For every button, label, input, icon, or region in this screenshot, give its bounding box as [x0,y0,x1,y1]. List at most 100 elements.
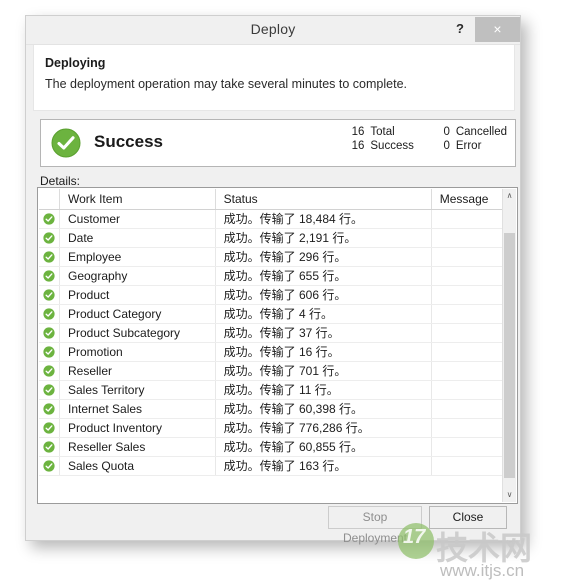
cell-status: 成功。传输了 60,855 行。 [215,437,432,457]
cell-message [431,456,504,476]
success-check-icon [39,437,60,457]
cell-message [431,342,504,362]
cell-status: 成功。传输了 163 行。 [215,456,432,476]
success-check-icon [39,228,60,248]
window-close-button[interactable]: × [475,17,520,42]
counter-error-label: Error [455,140,482,152]
details-grid-viewport: Work Item Status Message Customer 成功。传输了 … [39,189,504,502]
success-check-icon [39,342,60,362]
cell-work-item: Promotion [59,342,216,362]
success-check-icon [39,266,60,286]
summary-status-label: Success [94,132,163,151]
help-button[interactable]: ? [447,16,473,42]
summary-box: Success 16 Total 0 Cancelled 16 Success … [40,119,516,167]
cell-status: 成功。传输了 18,484 行。 [215,209,432,229]
watermark-url: www.itjs.cn [440,561,525,580]
cell-work-item: Customer [59,209,216,229]
cell-work-item: Sales Quota [59,456,216,476]
cell-message [431,228,504,248]
cell-message [431,418,504,438]
instruction-heading: Deploying [45,56,106,70]
counter-cancelled-value: 0 [443,126,450,138]
table-body: Customer 成功。传输了 18,484 行。 Date 成功。传输了 2,191… [39,209,504,476]
cell-work-item: Reseller [59,361,216,381]
table-row[interactable]: Product Inventory 成功。传输了 776,286 行。 [39,418,504,438]
counter-success-value: 16 [351,140,365,152]
table-row[interactable]: Customer 成功。传输了 18,484 行。 [39,209,504,229]
cell-status: 成功。传输了 37 行。 [215,323,432,343]
cell-status: 成功。传输了 60,398 行。 [215,399,432,419]
table-row[interactable]: Sales Quota 成功。传输了 163 行。 [39,456,504,476]
cell-work-item: Product Subcategory [59,323,216,343]
table-row[interactable]: Product Category 成功。传输了 4 行。 [39,304,504,324]
cell-status: 成功。传输了 16 行。 [215,342,432,362]
cell-message [431,323,504,343]
counter-total-label: Total [370,126,395,138]
instruction-panel: Deploying The deployment operation may t… [33,45,515,111]
title-bar: Deploy ? × [26,16,520,45]
success-check-icon [39,285,60,305]
table-row[interactable]: Date 成功。传输了 2,191 行。 [39,228,504,248]
details-label: Details: [40,174,81,188]
success-check-icon [39,209,60,229]
cell-work-item: Internet Sales [59,399,216,419]
cell-work-item: Product [59,285,216,305]
counter-success-label: Success [370,140,414,152]
table-row[interactable]: Internet Sales 成功。传输了 60,398 行。 [39,399,504,419]
column-header-workitem[interactable]: Work Item [59,189,216,210]
column-header-message[interactable]: Message [431,189,504,210]
column-header-icon[interactable] [39,189,60,210]
details-vertical-scrollbar[interactable]: ∧ ∨ [502,189,516,502]
cell-work-item: Employee [59,247,216,267]
table-row[interactable]: Reseller Sales 成功。传输了 60,855 行。 [39,437,504,457]
cell-status: 成功。传输了 2,191 行。 [215,228,432,248]
cell-message [431,266,504,286]
table-row[interactable]: Promotion 成功。传输了 16 行。 [39,342,504,362]
summary-counters: 16 Total 0 Cancelled 16 Success 0 Error [342,125,509,153]
work-item-table: Work Item Status Message Customer 成功。传输了 … [39,189,504,476]
cell-message [431,361,504,381]
success-check-icon [39,418,60,438]
scroll-down-arrow-icon[interactable]: ∨ [503,488,516,502]
scrollbar-thumb[interactable] [504,233,515,478]
cell-message [431,437,504,457]
cell-status: 成功。传输了 655 行。 [215,266,432,286]
instruction-body: The deployment operation may take severa… [45,77,407,91]
cell-work-item: Date [59,228,216,248]
cell-message [431,399,504,419]
cell-message [431,247,504,267]
column-header-status[interactable]: Status [215,189,432,210]
counter-error-value: 0 [443,140,450,152]
cell-status: 成功。传输了 4 行。 [215,304,432,324]
cell-status: 成功。传输了 606 行。 [215,285,432,305]
deploy-dialog: Deploy ? × Deploying The deployment oper… [25,15,521,545]
table-row[interactable]: Sales Territory 成功。传输了 11 行。 [39,380,504,400]
cell-work-item: Reseller Sales [59,437,216,457]
table-row[interactable]: Product 成功。传输了 606 行。 [39,285,504,305]
cell-status: 成功。传输了 776,286 行。 [215,418,432,438]
details-grid: Work Item Status Message Customer 成功。传输了 … [37,187,518,504]
cell-message [431,304,504,324]
close-button[interactable]: Close [429,506,507,529]
scroll-up-arrow-icon[interactable]: ∧ [503,189,516,203]
counter-total-value: 16 [351,126,365,138]
window-title: Deploy [250,21,296,37]
success-check-icon [39,399,60,419]
table-row[interactable]: Employee 成功。传输了 296 行。 [39,247,504,267]
success-check-icon [39,247,60,267]
cell-message [431,209,504,229]
success-check-icon [39,323,60,343]
table-row[interactable]: Reseller 成功。传输了 701 行。 [39,361,504,381]
cell-work-item: Sales Territory [59,380,216,400]
cell-work-item: Product Inventory [59,418,216,438]
counter-cancelled-label: Cancelled [455,126,507,138]
stop-deployment-button[interactable]: Stop Deployment [328,506,422,545]
success-check-icon [39,361,60,381]
table-row[interactable]: Product Subcategory 成功。传输了 37 行。 [39,323,504,343]
success-check-icon [39,304,60,324]
cell-message [431,285,504,305]
success-check-icon [39,380,60,400]
cell-status: 成功。传输了 701 行。 [215,361,432,381]
cell-work-item: Product Category [59,304,216,324]
table-row[interactable]: Geography 成功。传输了 655 行。 [39,266,504,286]
